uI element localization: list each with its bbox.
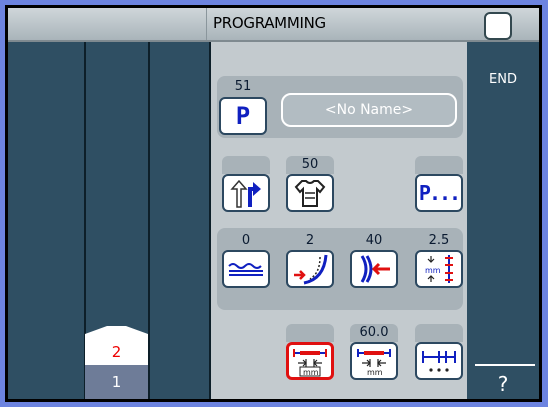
- direction-switch-icon: [230, 179, 261, 208]
- left-divider-2: [148, 42, 150, 399]
- wave-seam-button[interactable]: [222, 250, 270, 288]
- row3-label-1: 0: [222, 232, 270, 250]
- help-button[interactable]: ?: [467, 372, 539, 396]
- edge-guide-button[interactable]: [350, 250, 398, 288]
- row4-label-1: [286, 324, 334, 342]
- program-number: 51: [219, 78, 267, 96]
- stitch-length-button[interactable]: mm: [415, 250, 463, 288]
- seam-distance-mm-icon: mm: [293, 349, 327, 377]
- row2-label-2: 50: [286, 156, 334, 174]
- end-button[interactable]: END: [467, 72, 539, 87]
- top-right-square-button[interactable]: [484, 12, 512, 40]
- sequence-item-1[interactable]: 1: [85, 365, 148, 399]
- seam-segments-icon: [422, 351, 456, 372]
- curve-stitch-button[interactable]: [286, 250, 334, 288]
- sequence-item-1-label: 1: [111, 373, 122, 391]
- row3-label-3: 40: [350, 232, 398, 250]
- seam-offset-button[interactable]: mm: [350, 342, 398, 380]
- row2-label-3: [415, 156, 463, 174]
- stitch-length-icon: mm: [425, 255, 453, 283]
- program-list-icon: P...: [418, 181, 461, 205]
- machine-screen: PROGRAMMING 2 1 51 P <No Name> 50 P... 0…: [5, 5, 542, 402]
- garment-button[interactable]: [286, 174, 334, 212]
- svg-text:mm: mm: [425, 266, 441, 275]
- sequence-stack: 2 1: [85, 326, 148, 399]
- program-button[interactable]: P: [219, 97, 267, 135]
- page-title: PROGRAMMING: [213, 14, 326, 32]
- program-name-field[interactable]: <No Name>: [281, 93, 457, 127]
- garment-icon: [294, 180, 326, 207]
- row3-label-4: 2.5: [415, 232, 463, 250]
- mm-label-2: mm: [367, 368, 383, 377]
- row4-label-2: 60.0: [350, 324, 398, 342]
- seam-offset-mm-icon: mm: [357, 349, 391, 377]
- curve-stitch-icon: [294, 254, 328, 285]
- seam-segments-button[interactable]: [415, 342, 463, 380]
- direction-switch-button[interactable]: [222, 174, 270, 212]
- title-bar: PROGRAMMING: [8, 8, 539, 42]
- sequence-item-2-label: 2: [111, 343, 122, 361]
- program-list-button[interactable]: P...: [415, 174, 463, 212]
- edge-guide-icon: [360, 255, 390, 283]
- program-p-text: P: [235, 102, 251, 130]
- center-panel: 51 P <No Name> 50 P... 0 2 40 2.5 mm mm …: [211, 42, 467, 399]
- row3-label-2: 2: [286, 232, 334, 250]
- row4-label-3: [415, 324, 463, 342]
- seam-distance-button[interactable]: mm: [286, 342, 334, 380]
- mm-label-1: mm: [303, 368, 319, 377]
- help-divider: [475, 364, 535, 366]
- wave-seam-icon: [228, 263, 263, 276]
- title-separator: [206, 8, 207, 40]
- right-panel: END ?: [467, 42, 539, 399]
- row2-label-1: [222, 156, 270, 174]
- sequence-item-2[interactable]: 2: [85, 326, 148, 366]
